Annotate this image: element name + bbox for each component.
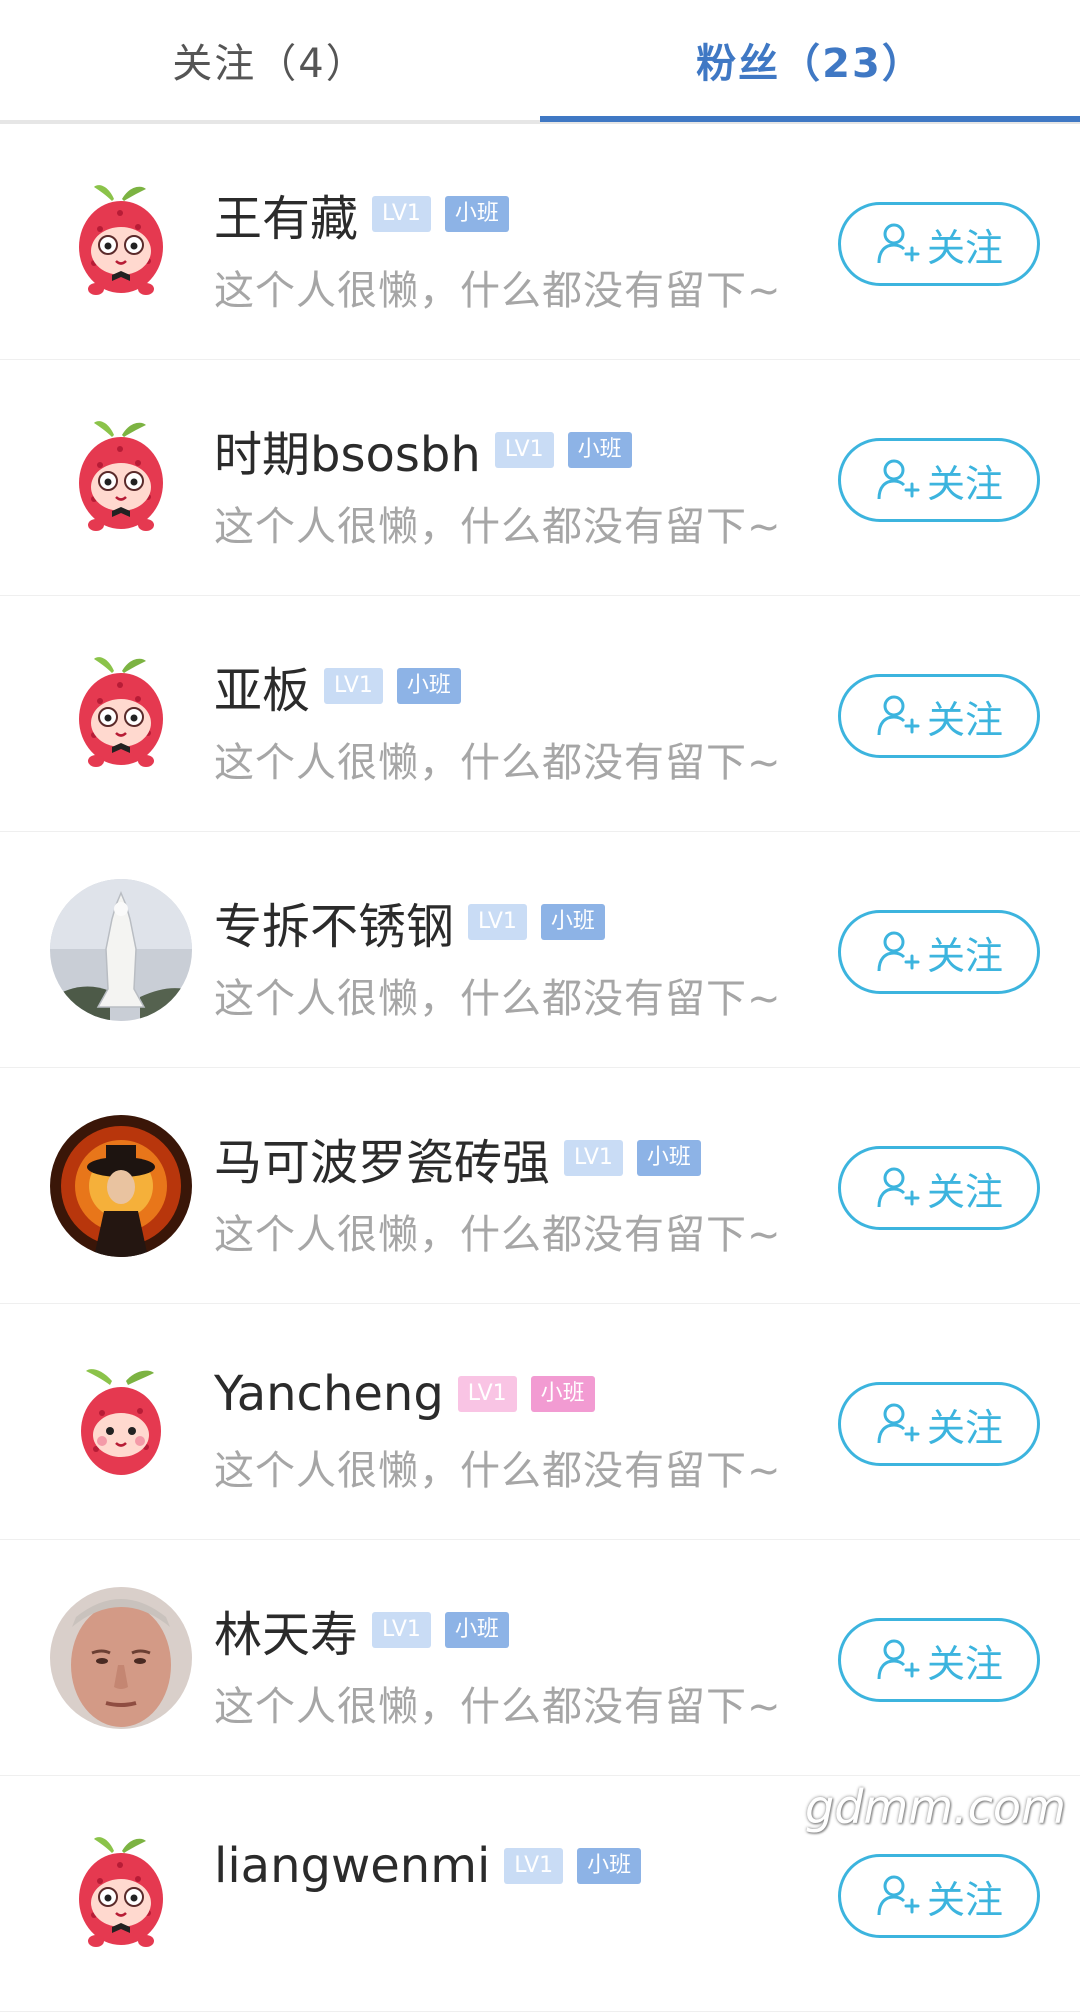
username: 马可波罗瓷砖强 bbox=[214, 1135, 551, 1191]
class-badge: 小班 bbox=[530, 1376, 595, 1412]
class-badge: 小班 bbox=[540, 904, 605, 940]
user-bio: 这个人很懒，什么都没有留下~ bbox=[214, 504, 782, 550]
face-photo-avatar-icon bbox=[50, 1587, 192, 1729]
follow-label: 关注 bbox=[926, 697, 1003, 742]
class-badge: 小班 bbox=[444, 196, 509, 232]
tab-bar: 关注（4） 粉丝（23） bbox=[0, 0, 1080, 124]
add-user-icon bbox=[875, 1401, 921, 1447]
avatar[interactable] bbox=[50, 171, 192, 313]
level-badge: LV1 bbox=[564, 1140, 623, 1176]
avatar[interactable] bbox=[50, 1587, 192, 1729]
class-badge: 小班 bbox=[444, 1612, 509, 1648]
follow-button[interactable]: 关注 bbox=[838, 202, 1040, 286]
lychee-avatar-icon bbox=[50, 407, 192, 549]
user-bio: 这个人很懒，什么都没有留下~ bbox=[214, 976, 782, 1022]
follow-label: 关注 bbox=[926, 1405, 1003, 1450]
class-badge: 小班 bbox=[567, 432, 632, 468]
fans-list: 王有藏 LV1 小班 这个人很懒，什么都没有留下~ 关注 时期bsosbh LV… bbox=[0, 124, 1080, 2012]
add-user-icon bbox=[875, 221, 921, 267]
username: Yancheng bbox=[214, 1366, 444, 1422]
user-bio: 这个人很懒，什么都没有留下~ bbox=[214, 1684, 782, 1730]
avatar[interactable] bbox=[50, 407, 192, 549]
tab-fans[interactable]: 粉丝（23） bbox=[540, 0, 1080, 120]
follow-button[interactable]: 关注 bbox=[838, 1382, 1040, 1466]
lychee-avatar-icon bbox=[50, 1823, 192, 1965]
follow-label: 关注 bbox=[926, 1641, 1003, 1686]
level-badge: LV1 bbox=[457, 1376, 517, 1412]
follow-label: 关注 bbox=[926, 1169, 1003, 1214]
add-user-icon bbox=[875, 693, 921, 739]
follow-label: 关注 bbox=[926, 1877, 1003, 1922]
class-badge: 小班 bbox=[636, 1140, 701, 1176]
user-bio: 这个人很懒，什么都没有留下~ bbox=[214, 740, 782, 786]
user-bio: 这个人很懒，什么都没有留下~ bbox=[214, 1448, 782, 1494]
username: 王有藏 bbox=[214, 191, 359, 247]
username: liangwenmi bbox=[214, 1838, 491, 1894]
level-badge: LV1 bbox=[468, 904, 527, 940]
level-badge: LV1 bbox=[372, 196, 431, 232]
follow-button[interactable]: 关注 bbox=[838, 1618, 1040, 1702]
add-user-icon bbox=[875, 457, 921, 503]
follow-button[interactable]: 关注 bbox=[838, 438, 1040, 522]
user-bio: 这个人很懒，什么都没有留下~ bbox=[214, 1212, 782, 1258]
user-bio: 这个人很懒，什么都没有留下~ bbox=[214, 268, 782, 314]
list-item[interactable]: 时期bsosbh LV1 小班 这个人很懒，什么都没有留下~ 关注 bbox=[0, 360, 1080, 596]
class-badge: 小班 bbox=[577, 1848, 642, 1884]
username: 亚板 bbox=[214, 663, 311, 719]
add-user-icon bbox=[875, 929, 921, 975]
site-watermark: gdmm.com bbox=[805, 1780, 1066, 1834]
avatar[interactable] bbox=[50, 643, 192, 785]
avatar[interactable] bbox=[50, 1351, 192, 1493]
level-badge: LV1 bbox=[372, 1612, 431, 1648]
list-item[interactable]: 亚板 LV1 小班 这个人很懒，什么都没有留下~ 关注 bbox=[0, 596, 1080, 832]
follow-label: 关注 bbox=[926, 225, 1003, 270]
avatar[interactable] bbox=[50, 1823, 192, 1965]
active-tab-indicator bbox=[540, 116, 1080, 122]
avatar[interactable] bbox=[50, 879, 192, 1021]
lychee-avatar-icon bbox=[50, 643, 192, 785]
class-badge: 小班 bbox=[396, 668, 461, 704]
add-user-icon bbox=[875, 1873, 921, 1919]
list-item[interactable]: Yancheng LV1 小班 这个人很懒，什么都没有留下~ 关注 bbox=[0, 1304, 1080, 1540]
add-user-icon bbox=[875, 1637, 921, 1683]
username: 专拆不锈钢 bbox=[214, 899, 455, 955]
username: 林天寿 bbox=[214, 1607, 359, 1663]
follow-button[interactable]: 关注 bbox=[838, 910, 1040, 994]
statue-photo-avatar-icon bbox=[50, 879, 192, 1021]
lychee-avatar-icon bbox=[50, 171, 192, 313]
list-item[interactable]: 马可波罗瓷砖强 LV1 小班 这个人很懒，什么都没有留下~ 关注 bbox=[0, 1068, 1080, 1304]
fire-portrait-avatar-icon bbox=[50, 1115, 192, 1257]
follow-button[interactable]: 关注 bbox=[838, 1146, 1040, 1230]
list-item[interactable]: 王有藏 LV1 小班 这个人很懒，什么都没有留下~ 关注 bbox=[0, 124, 1080, 360]
follow-label: 关注 bbox=[926, 461, 1003, 506]
avatar[interactable] bbox=[50, 1115, 192, 1257]
follow-button[interactable]: 关注 bbox=[838, 674, 1040, 758]
list-item[interactable]: 林天寿 LV1 小班 这个人很懒，什么都没有留下~ 关注 bbox=[0, 1540, 1080, 1776]
level-badge: LV1 bbox=[504, 1848, 564, 1884]
lychee-avatar-icon bbox=[50, 1351, 192, 1493]
list-item[interactable]: 专拆不锈钢 LV1 小班 这个人很懒，什么都没有留下~ 关注 bbox=[0, 832, 1080, 1068]
level-badge: LV1 bbox=[494, 432, 554, 468]
follow-label: 关注 bbox=[926, 933, 1003, 978]
username: 时期bsosbh bbox=[214, 427, 481, 483]
follow-button[interactable]: 关注 bbox=[838, 1854, 1040, 1938]
level-badge: LV1 bbox=[324, 668, 383, 704]
tab-following[interactable]: 关注（4） bbox=[0, 0, 540, 120]
add-user-icon bbox=[875, 1165, 921, 1211]
